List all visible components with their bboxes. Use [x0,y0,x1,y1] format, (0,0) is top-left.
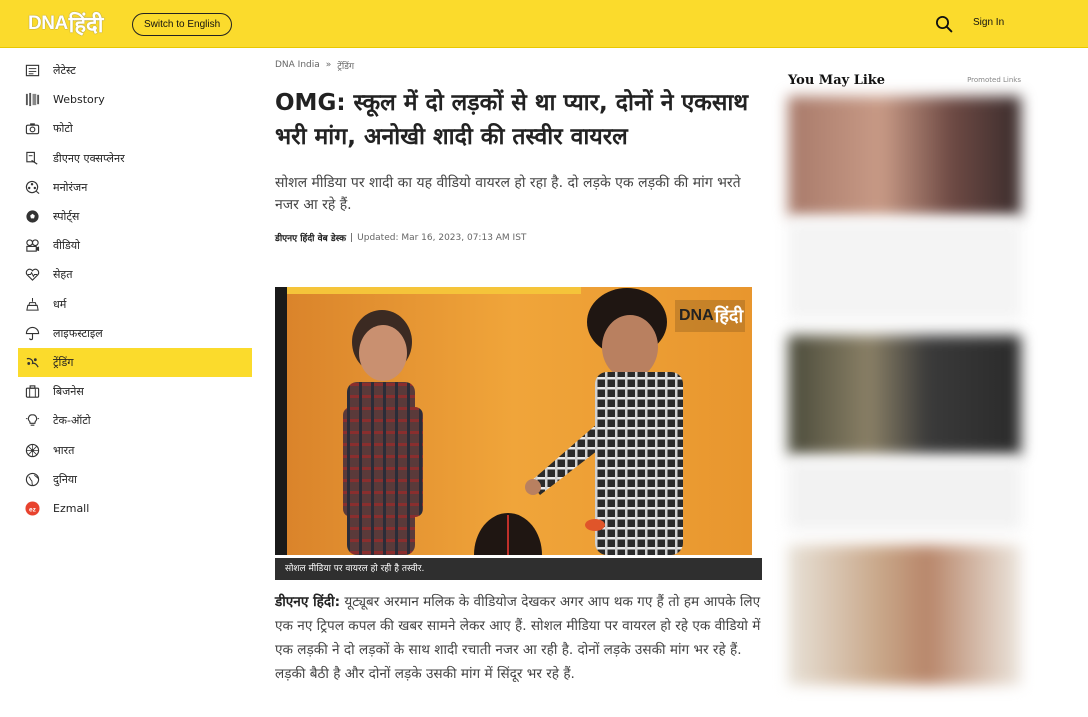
sponsored-ad-2-text[interactable] [788,460,1021,530]
nav-label: Webstory [53,93,105,107]
sponsored-ad-2[interactable] [788,335,1021,455]
watermark-dna: DNA [679,307,714,324]
nav-label: वीडियो [53,239,80,253]
nav-item-sports[interactable]: स्पोर्ट्स [18,202,252,231]
nav-label: लेटेस्ट [53,64,76,78]
nav-label: धर्म [53,297,67,311]
breadcrumb-section[interactable]: ट्रेंडिंग [337,59,354,72]
promoted-links-label[interactable]: Promoted Links [967,76,1021,84]
briefcase-icon [24,384,40,400]
sponsored-ad-1-text[interactable] [788,220,1021,320]
nav-label: फोटो [53,122,73,136]
ezmall-icon: ez [24,500,40,516]
svg-text:ez: ez [29,506,37,513]
nav-label: डीएनए एक्सप्लेनर [53,151,125,165]
chakra-icon [24,442,40,458]
umbrella-icon [24,325,40,341]
nav-item-entertainment[interactable]: मनोरंजन [18,173,252,202]
newspaper-icon [24,63,40,79]
film-reel-icon [24,179,40,195]
lightbulb-icon [24,413,40,429]
logo-dna-text: DNA [28,13,68,34]
nav-label: टेक-ऑटो [53,414,91,428]
nav-item-tech-auto[interactable]: टेक-ऑटो [18,406,252,435]
webstory-icon [24,92,40,108]
nav-item-lifestyle[interactable]: लाइफस्टाइल [18,319,252,348]
article: DNA India » ट्रेंडिंग OMG: स्कूल में दो … [275,58,765,682]
globe-icon [24,471,40,487]
article-body-paragraph: डीएनए हिंदी: यूट्यूबर अरमान मलिक के वीडि… [275,590,765,686]
section-nav: लेटेस्ट Webstory फोटो डीएनए एक्सप्लेनर म… [18,56,252,523]
nav-label: लाइफस्टाइल [53,326,103,340]
trending-icon [24,354,40,370]
byline-separator: | [350,232,354,243]
nav-label: भारत [53,443,75,457]
nav-item-explainer[interactable]: डीएनए एक्सप्लेनर [18,144,252,173]
nav-item-latest[interactable]: लेटेस्ट [18,56,252,85]
article-hero-image: DNA हिंदी [275,287,752,555]
author-name[interactable]: डीएनए हिंदी वेब डेस्क [275,231,346,244]
sign-in-link[interactable]: Sign In [973,17,1004,28]
image-watermark: DNA हिंदी [679,304,743,328]
article-headline: OMG: स्कूल में दो लड़कों से था प्यार, दो… [275,90,749,150]
video-icon [24,238,40,254]
body-text: यूट्यूबर अरमान मलिक के वीडियोज देखकर अगर… [275,594,761,682]
football-icon [24,209,40,225]
nav-label: ट्रेंडिंग [53,355,74,369]
dna-hindi-logo[interactable]: DNA हिंदी [28,8,103,40]
explainer-icon [24,150,40,166]
camera-icon [24,121,40,137]
nav-item-religion[interactable]: धर्म [18,290,252,319]
image-caption: सोशल मीडिया पर वायरल हो रही है तस्वीर. [275,558,762,580]
breadcrumb-home[interactable]: DNA India [275,60,320,70]
logo-hindi-text: हिंदी [68,13,104,38]
nav-item-video[interactable]: वीडियो [18,231,252,260]
sponsored-ad-3[interactable] [788,545,1021,685]
rail-header: You May Like Promoted Links [788,70,1021,90]
nav-item-ezmall[interactable]: ez Ezmall [18,494,252,523]
article-byline: डीएनए हिंदी वेब डेस्क | Updated: Mar 16,… [275,231,765,245]
nav-label: मनोरंजन [53,180,88,194]
nav-item-photo[interactable]: फोटो [18,114,252,143]
nav-item-world[interactable]: दुनिया [18,465,252,494]
nav-label: सेहत [53,268,73,282]
updated-timestamp: Updated: Mar 16, 2023, 07:13 AM IST [357,232,527,243]
breadcrumb: DNA India » ट्रेंडिंग [275,58,765,72]
sponsored-ad-1[interactable] [788,96,1021,216]
body-lead: डीएनए हिंदी: [275,594,341,610]
heart-pulse-icon [24,267,40,283]
nav-item-business[interactable]: बिजनेस [18,377,252,406]
nav-label: बिजनेस [53,385,84,399]
search-icon[interactable] [935,15,953,33]
nav-item-webstory[interactable]: Webstory [18,85,252,114]
site-header: DNA हिंदी Switch to English Sign In [0,0,1088,48]
switch-to-english-button[interactable]: Switch to English [132,13,233,36]
you-may-like-rail: You May Like Promoted Links [788,70,1021,685]
breadcrumb-separator: » [325,60,332,70]
religion-icon [24,296,40,312]
watermark-hindi: हिंदी [714,306,744,327]
rail-title: You May Like [788,72,886,88]
nav-item-health[interactable]: सेहत [18,260,252,289]
nav-item-trending[interactable]: ट्रेंडिंग [18,347,252,378]
nav-item-india[interactable]: भारत [18,435,252,464]
nav-label: दुनिया [53,472,78,486]
nav-label: स्पोर्ट्स [53,210,80,224]
nav-label: Ezmall [53,501,90,515]
article-summary: सोशल मीडिया पर शादी का यह वीडियो वायरल ह… [275,175,741,213]
